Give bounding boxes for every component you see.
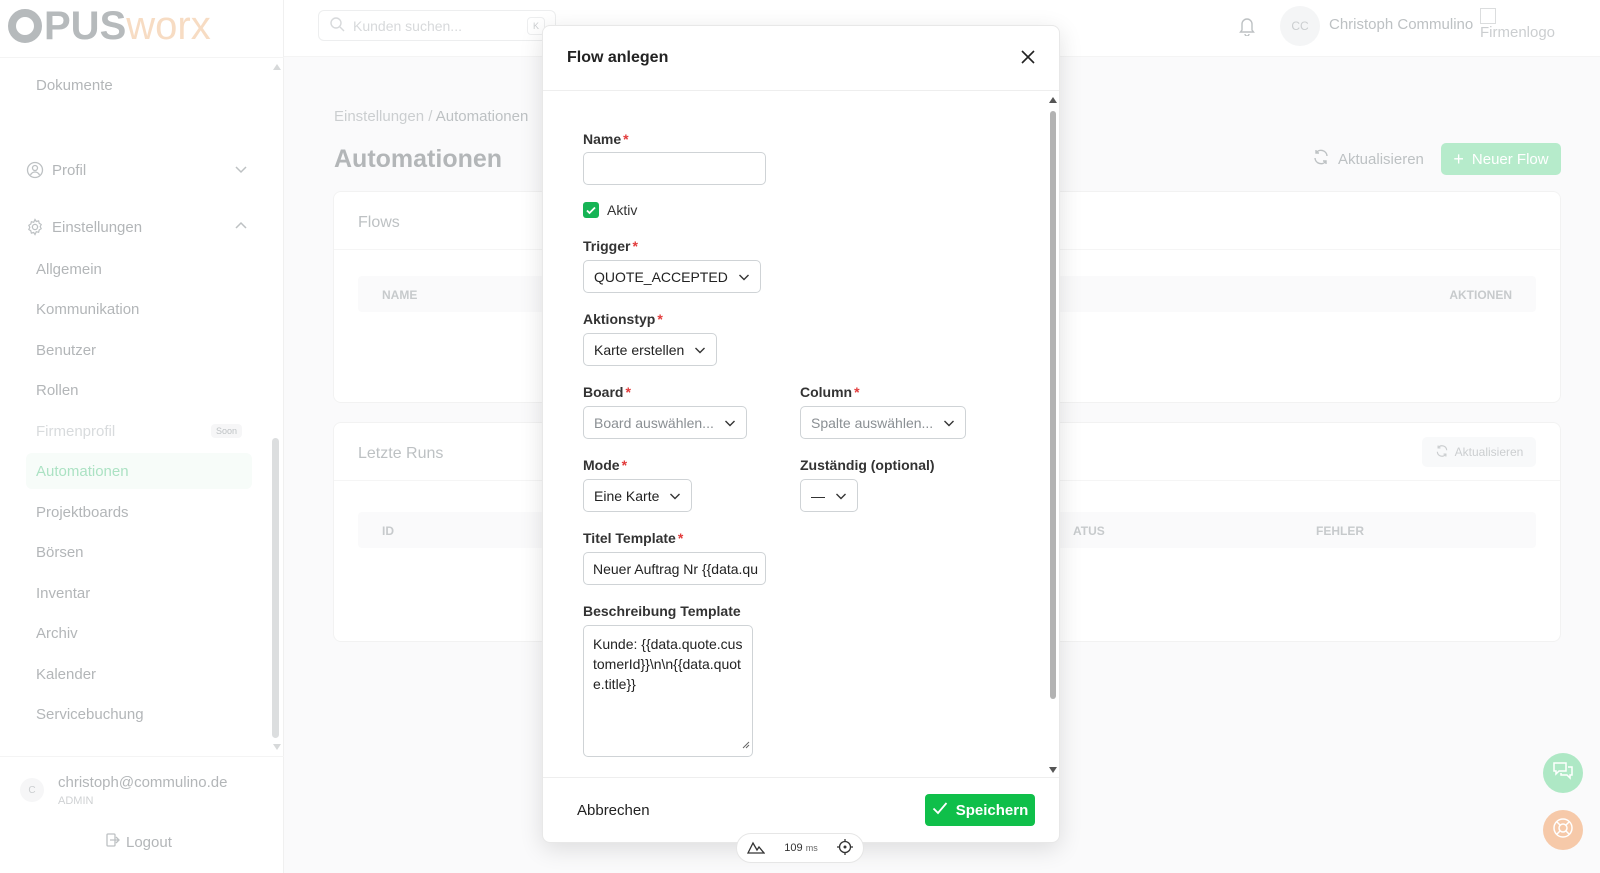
aktionstyp-select[interactable]: Karte erstellen (583, 333, 718, 366)
mode-label: Mode * (583, 457, 628, 473)
chevron-down-icon (694, 344, 706, 356)
scroll-down-arrow[interactable] (1049, 767, 1057, 773)
beschreibung-template-textarea[interactable]: Kunde: {{data.quote.customerId}}\n\n{{da… (583, 625, 753, 757)
create-flow-dialog: Flow anlegen Name * Aktiv Trigger * QUOTE_… (542, 25, 1060, 843)
trigger-label: Trigger * (583, 238, 638, 254)
chevron-down-icon (738, 271, 750, 283)
perf-value: 109 (784, 842, 803, 854)
aktionstyp-label: Aktionstyp * (583, 311, 663, 327)
save-label: Speichern (955, 801, 1029, 819)
aktiv-checkbox[interactable] (583, 202, 599, 218)
board-label: Board * (583, 384, 631, 400)
check-icon (932, 801, 948, 819)
cancel-button[interactable]: Abbrechen (577, 802, 650, 819)
board-select[interactable]: Board auswählen... (583, 406, 747, 439)
dialog-scrollbar[interactable] (1050, 111, 1056, 699)
crosshair-icon[interactable] (836, 838, 853, 858)
dialog-title: Flow anlegen (567, 49, 669, 66)
beschreibung-template-label: Beschreibung Template (583, 603, 741, 619)
column-select[interactable]: Spalte auswählen... (800, 406, 967, 439)
triangle-icon[interactable] (746, 840, 766, 857)
chevron-down-icon (724, 417, 736, 429)
mode-select[interactable]: Eine Karte (583, 479, 693, 512)
aktiv-checkbox-row[interactable]: Aktiv (583, 202, 637, 218)
dialog-body: Name * Aktiv Trigger * QUOTE_ACCEPTED Akti… (543, 92, 1059, 803)
column-label: Column * (800, 384, 860, 400)
name-label: Name * (583, 131, 629, 147)
close-icon[interactable] (1019, 48, 1037, 66)
chevron-down-icon (835, 490, 847, 502)
chevron-down-icon (943, 417, 955, 429)
zustaendig-select[interactable]: — (800, 479, 858, 512)
scroll-up-arrow[interactable] (1049, 97, 1057, 103)
zustaendig-label: Zuständig (optional) (800, 457, 935, 473)
titel-template-input[interactable]: Neuer Auftrag Nr {{data.qu (583, 552, 766, 585)
titel-template-label: Titel Template * (583, 530, 684, 546)
resize-handle-icon[interactable] (742, 734, 750, 754)
dialog-header: Flow anlegen (543, 26, 1059, 91)
chat-icon (1552, 761, 1574, 786)
help-button[interactable] (1543, 810, 1583, 850)
chevron-down-icon (669, 490, 681, 502)
name-input[interactable] (583, 152, 766, 185)
save-button[interactable]: Speichern (925, 794, 1035, 826)
trigger-select[interactable]: QUOTE_ACCEPTED (583, 260, 761, 293)
required-marker: * (623, 131, 629, 147)
perf-indicator: 109 ms (736, 833, 864, 863)
chat-button[interactable] (1543, 753, 1583, 793)
help-icon (1552, 817, 1574, 844)
aktiv-label: Aktiv (607, 202, 638, 218)
perf-unit: ms (805, 843, 818, 853)
